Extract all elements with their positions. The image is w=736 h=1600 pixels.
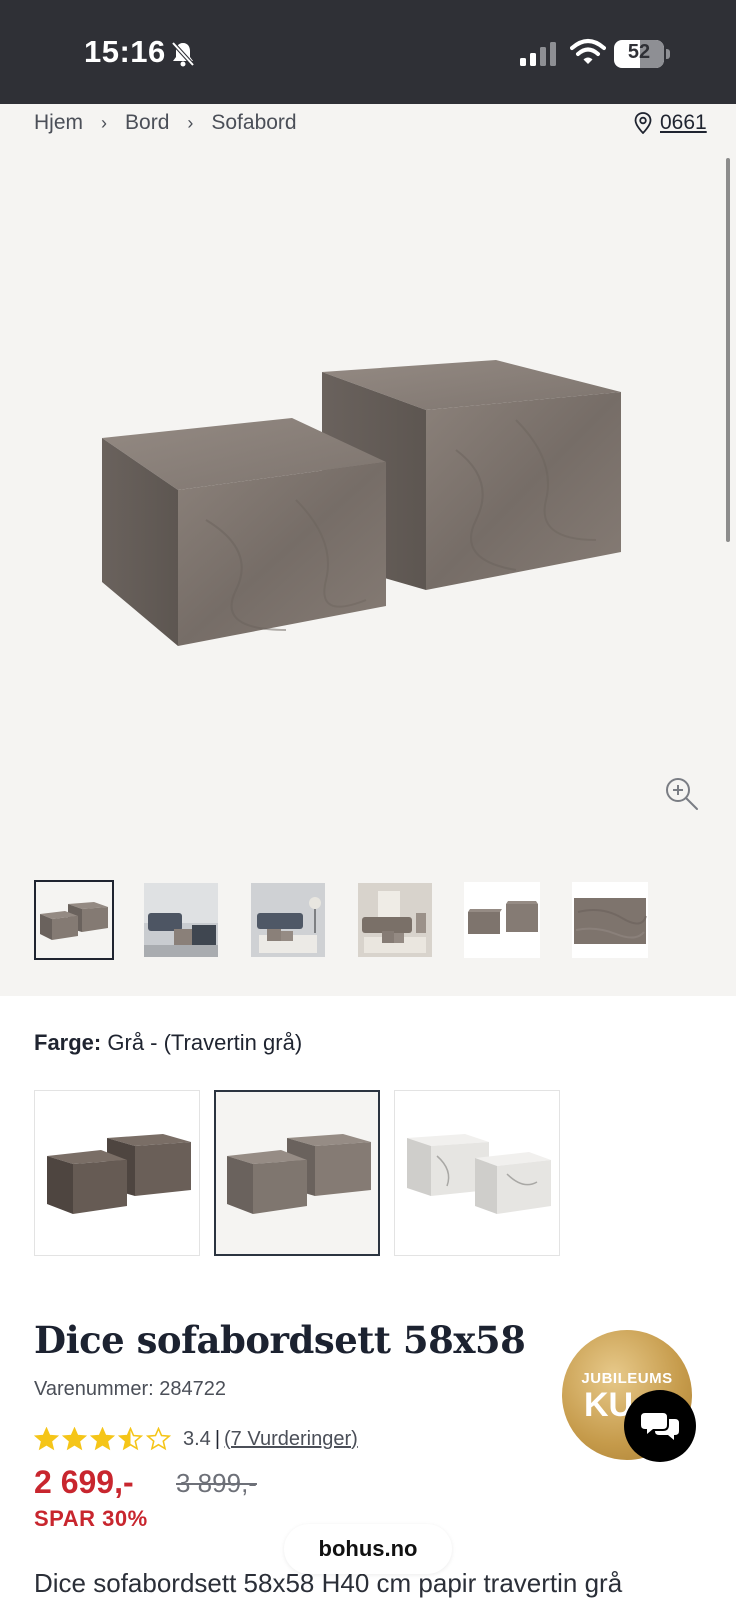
store-code-link[interactable]: 0661 [660, 111, 707, 135]
wifi-icon [570, 39, 606, 64]
cellular-signal-icon [520, 42, 556, 66]
chat-button[interactable] [624, 1390, 696, 1462]
zoom-in-icon[interactable] [664, 776, 700, 812]
star-icon [62, 1426, 87, 1450]
color-option-grey-travertine[interactable] [214, 1090, 380, 1256]
bell-muted-icon [171, 41, 195, 67]
star-icon [90, 1426, 115, 1450]
color-option-white-marble[interactable] [394, 1090, 560, 1256]
color-label-value: Grå - (Travertin grå) [107, 1030, 303, 1055]
site-domain-pill[interactable]: bohus.no [284, 1524, 452, 1574]
color-label-key: Farge: [34, 1030, 102, 1055]
product-main-image[interactable] [96, 350, 638, 666]
star-icon [34, 1426, 59, 1450]
color-option-brown[interactable] [34, 1090, 200, 1256]
original-price: 3 899,- [176, 1468, 257, 1498]
breadcrumb-home[interactable]: Hjem [34, 111, 83, 135]
thumbnail-4[interactable] [355, 880, 435, 960]
breadcrumb-sofabord[interactable]: Sofabord [211, 111, 296, 135]
thumbnail-6[interactable] [570, 880, 650, 960]
thumbnail-5[interactable] [462, 880, 542, 960]
location-pin-icon [634, 112, 652, 134]
store-selector[interactable]: 0661 [634, 108, 707, 138]
rating-separator: | [214, 1427, 221, 1450]
product-title: Dice sofabordsett 58x58 [34, 1318, 526, 1362]
scrollbar[interactable] [726, 158, 730, 542]
breadcrumb-bord[interactable]: Bord [125, 111, 169, 135]
thumbnail-2[interactable] [141, 880, 221, 960]
chevron-right-icon: › [187, 112, 194, 133]
chat-bubbles-icon [641, 1413, 679, 1440]
reviews-link[interactable]: (7 Vurderinger) [224, 1428, 358, 1451]
color-label: Farge: Grå - (Travertin grå) [34, 1030, 302, 1056]
product-sku: Varenummer: 284722 [34, 1378, 226, 1400]
star-icon [118, 1426, 143, 1450]
chevron-right-icon: › [101, 112, 108, 133]
rating-value: 3.4 [183, 1427, 211, 1450]
breadcrumb: Hjem › Bord › Sofabord [34, 106, 297, 140]
discount-label: SPAR 30% [34, 1506, 148, 1531]
star-icon [146, 1426, 171, 1450]
battery-indicator: 52 [614, 40, 670, 68]
thumbnail-3[interactable] [248, 880, 328, 960]
battery-level: 52 [627, 41, 651, 63]
status-bar: 15:16 52 [0, 0, 736, 104]
star-rating [34, 1426, 171, 1452]
status-time: 15:16 [84, 34, 166, 69]
thumbnail-1[interactable] [34, 880, 114, 960]
badge-line-1: JUBILEUMS [581, 1370, 673, 1387]
current-price: 2 699,- [34, 1464, 134, 1500]
rating-row: 3.4 | (7 Vurderinger) [34, 1424, 358, 1454]
